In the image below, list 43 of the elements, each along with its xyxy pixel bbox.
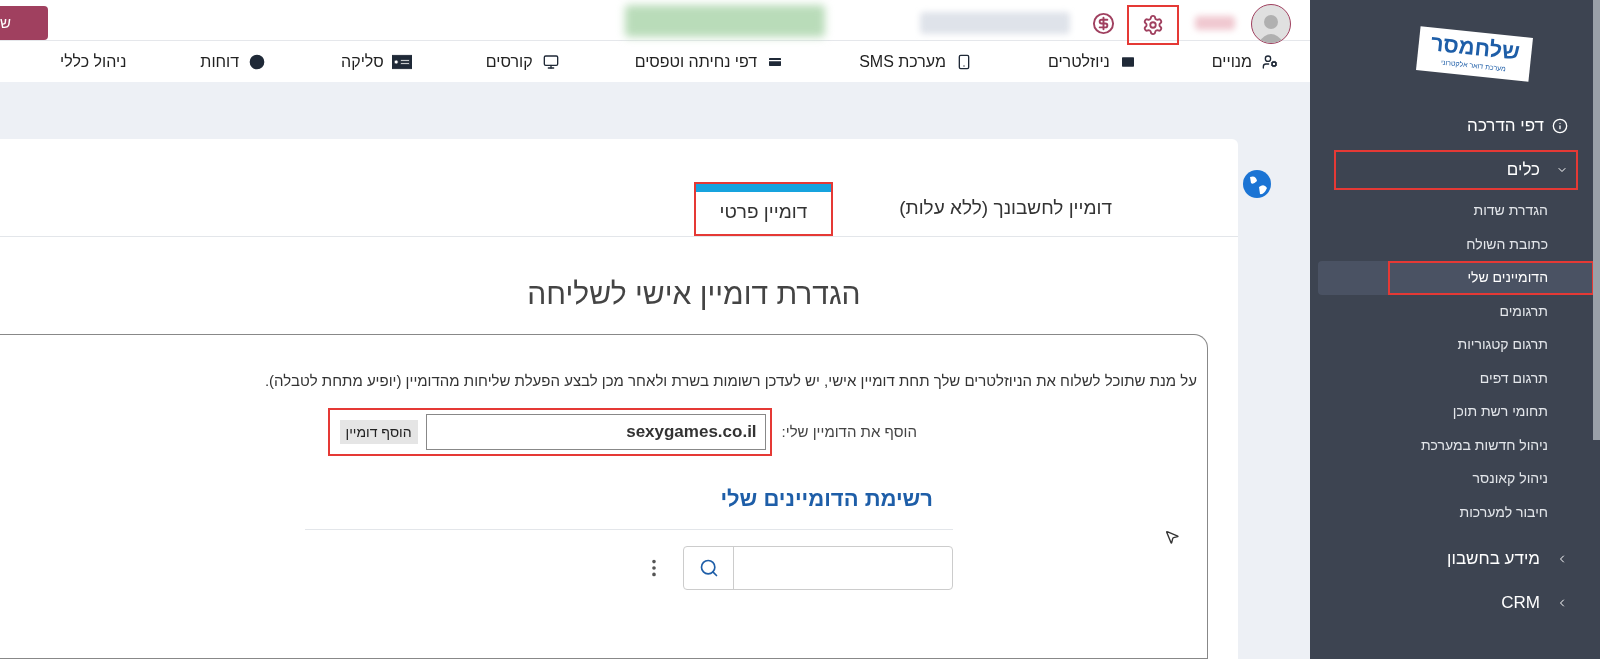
- sidebar-subitem[interactable]: הדומיינים שלי: [1390, 263, 1592, 293]
- nav-item[interactable]: סליקה: [341, 49, 412, 74]
- add-domain-button[interactable]: הוסף דומיין: [339, 420, 418, 445]
- action-button[interactable]: ש: [0, 6, 48, 40]
- user-gear-icon: [1260, 53, 1280, 70]
- sidebar-subitem[interactable]: ניהול קאונסר: [1390, 464, 1592, 494]
- search-icon: [698, 558, 719, 579]
- list-title: רשימת הדומיינים שלי: [719, 485, 933, 514]
- info-icon: [1552, 118, 1568, 134]
- cash-card-icon: [391, 53, 412, 70]
- tab[interactable]: דומיין פרטי: [695, 183, 832, 234]
- tab[interactable]: דומיין לחשבונך (ללא עלות): [875, 183, 1136, 234]
- settings-icon[interactable]: [1142, 14, 1164, 36]
- avatar[interactable]: [1251, 4, 1291, 44]
- scrollbar[interactable]: [1593, 0, 1600, 440]
- sidebar-item[interactable]: כלים: [1336, 152, 1576, 188]
- sidebar-subitem[interactable]: חיבור למערכות: [1390, 497, 1592, 527]
- dollar-icon[interactable]: [1092, 12, 1115, 35]
- nav-item[interactable]: מערכת SMS: [859, 49, 974, 74]
- sidebar-subitem[interactable]: כתובת השולח: [1390, 229, 1592, 259]
- search-field[interactable]: [683, 546, 953, 591]
- sidebar-subitem[interactable]: תרגומים: [1390, 296, 1592, 326]
- sidebar-item[interactable]: CRM: [1336, 585, 1576, 621]
- field-label: הוסף את הדומיין שלי:: [781, 421, 917, 442]
- sidebar-subitem[interactable]: ניהול חדשות במערכת: [1390, 430, 1592, 460]
- globe-icon: [1242, 169, 1272, 199]
- nav-item[interactable]: דוחות: [200, 49, 268, 74]
- page-title: הגדרת דומיין אישי לשליחה: [527, 275, 861, 312]
- nav-item[interactable]: דפי נחיתה וטפסים: [634, 49, 786, 74]
- sidebar-subitem[interactable]: תרגום קטגוריות: [1390, 330, 1592, 360]
- domain-input[interactable]: sexygames.co.il: [425, 414, 766, 451]
- nav-item[interactable]: קורסים: [485, 49, 561, 74]
- cursor-icon: [1164, 529, 1180, 545]
- nav-item[interactable]: ניהול כללי: [60, 49, 127, 74]
- sidebar-item[interactable]: דפי הדרכה: [1336, 108, 1576, 144]
- sidebar-subitem[interactable]: תרגום דפים: [1390, 363, 1592, 393]
- instructions-text: על מנת שתוכל לשלוח את הניוזלטרים שלך תחת דומיין אישי, יש לעדכן רשומות בשרת ולאחר מכן לבצע הפעלת שליחות מהדומיין (יופיע מתחת לטבלה).: [263, 370, 1197, 391]
- blurred-text: [1195, 16, 1235, 30]
- nav-item[interactable]: ניוזלטרים: [1047, 49, 1138, 74]
- sidebar-item[interactable]: מידע בחשבון: [1336, 541, 1576, 577]
- sidebar-subitem[interactable]: תחומי רשת תוכן: [1390, 397, 1592, 427]
- sidebar-subitem[interactable]: הגדרת שדות: [1390, 196, 1592, 226]
- nav-item[interactable]: מנויים: [1211, 49, 1280, 74]
